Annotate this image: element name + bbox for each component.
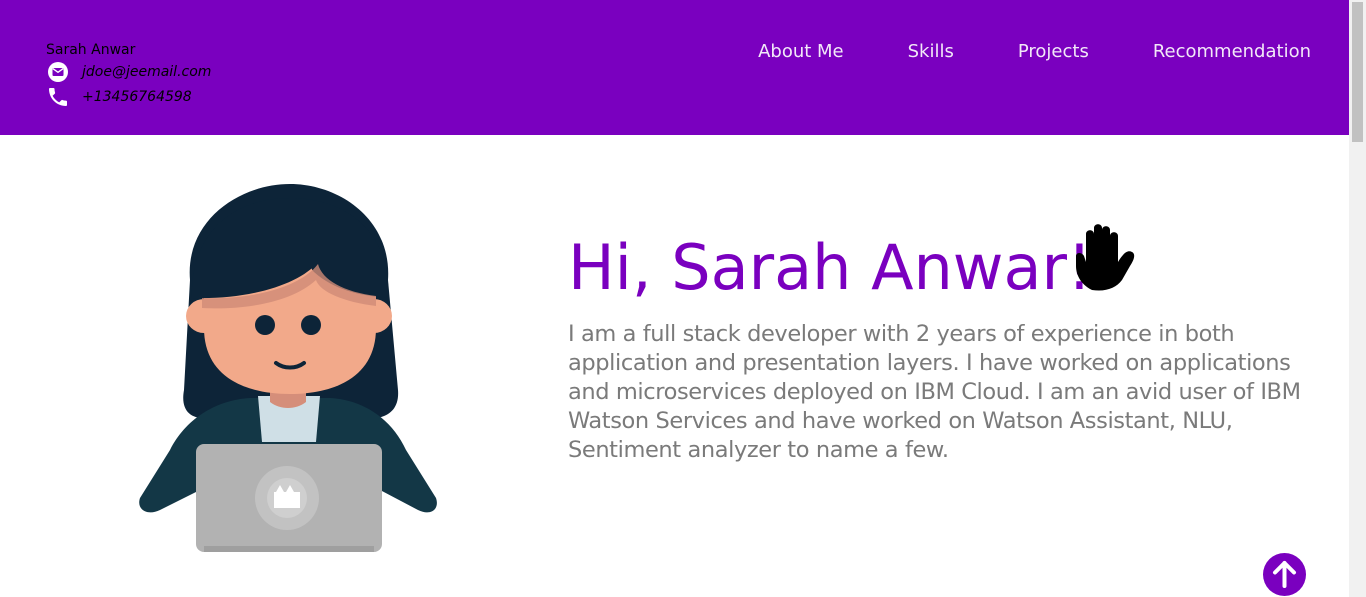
contact-email-link[interactable]: jdoe@jeemail.com bbox=[82, 64, 211, 80]
scrollbar-thumb[interactable] bbox=[1352, 2, 1363, 142]
contact-phone-row: +13456764598 bbox=[46, 85, 192, 109]
contact-email-row: jdoe@jeemail.com bbox=[46, 60, 211, 84]
arrow-up-icon bbox=[1273, 561, 1296, 588]
nav-recommendation[interactable]: Recommendation bbox=[1153, 41, 1311, 62]
developer-avatar-illustration bbox=[139, 184, 437, 552]
phone-icon bbox=[46, 85, 70, 109]
page: Sarah Anwar jdoe@jeemail.com +1345676459… bbox=[0, 0, 1366, 597]
nav-skills[interactable]: Skills bbox=[908, 41, 954, 62]
contact-phone-link[interactable]: +13456764598 bbox=[82, 89, 192, 105]
site-header: Sarah Anwar jdoe@jeemail.com +1345676459… bbox=[0, 0, 1349, 135]
back-to-top-button[interactable] bbox=[1263, 553, 1306, 596]
waving-hand-icon bbox=[1076, 224, 1135, 291]
page-scrollbar[interactable] bbox=[1349, 0, 1366, 597]
email-icon bbox=[46, 60, 70, 84]
hero-bio: I am a full stack developer with 2 years… bbox=[568, 321, 1301, 463]
main-nav: About Me Skills Projects Recommendation bbox=[694, 41, 1311, 62]
contact-name: Sarah Anwar bbox=[46, 42, 136, 58]
nav-about-me[interactable]: About Me bbox=[758, 41, 844, 62]
nav-projects[interactable]: Projects bbox=[1018, 41, 1089, 62]
hero-title: Hi, Sarah Anwar! bbox=[568, 231, 1092, 304]
